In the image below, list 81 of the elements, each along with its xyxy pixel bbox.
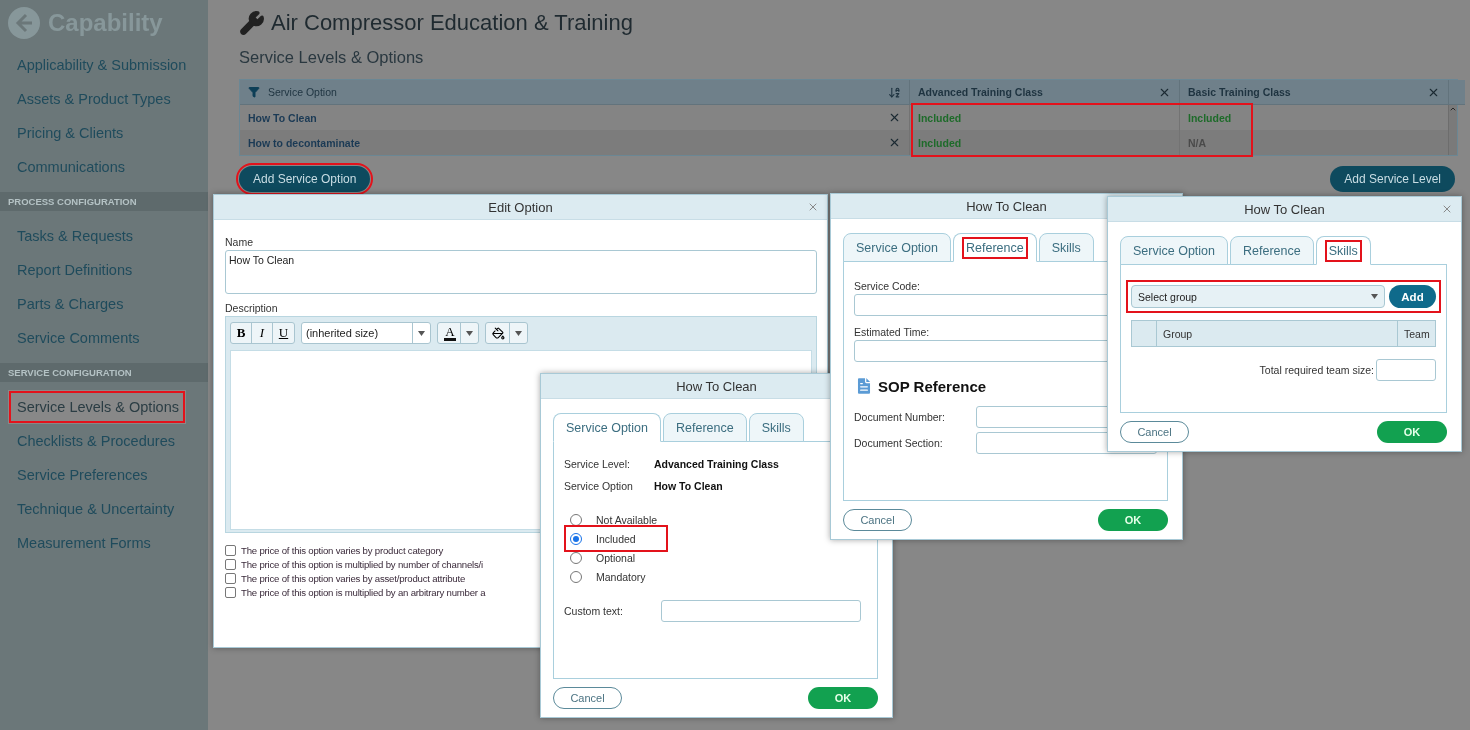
- info-value: How To Clean: [654, 480, 724, 492]
- cancel-button[interactable]: Cancel: [553, 687, 622, 709]
- column-header: Group: [1156, 321, 1397, 346]
- dialog-tab[interactable]: Skills: [1038, 233, 1094, 262]
- cancel-button[interactable]: Cancel: [1120, 421, 1189, 443]
- team-size-field[interactable]: [1376, 359, 1436, 381]
- column-header: Team: [1397, 321, 1435, 346]
- dialog-tab[interactable]: Skills: [748, 413, 804, 442]
- section-heading: PROCESS CONFIGURATION: [0, 192, 208, 211]
- wrench-icon: [239, 10, 265, 36]
- checkbox-option[interactable]: The price of this option is multiplied by an arbitrary number a: [225, 587, 817, 598]
- field-label: Custom text:: [564, 605, 623, 617]
- field-label: Document Section:: [854, 437, 943, 449]
- add-button[interactable]: Add: [1389, 285, 1436, 308]
- dialog-tab[interactable]: Service Option: [1120, 236, 1228, 265]
- ok-button[interactable]: OK: [1377, 421, 1447, 443]
- sort-icon[interactable]: [888, 85, 901, 99]
- field-label: Service Code:: [854, 280, 921, 292]
- close-button[interactable]: [1441, 203, 1453, 215]
- add-service-level-button[interactable]: Add Service Level: [1330, 166, 1455, 192]
- add-service-option-button[interactable]: Add Service Option: [239, 166, 371, 192]
- checkbox[interactable]: [225, 587, 236, 598]
- field-label: Name: [225, 236, 254, 248]
- info-label: Service Level:: [564, 458, 631, 470]
- page-title: Air Compressor Education & Training: [271, 10, 633, 36]
- info-label: Service Option: [564, 480, 634, 492]
- close-button[interactable]: [807, 201, 819, 213]
- font-size-select[interactable]: (inherited size): [301, 322, 431, 344]
- table-cell: How to decontaminate: [240, 130, 909, 155]
- radio-button[interactable]: [570, 513, 582, 526]
- dialog-tab[interactable]: Service Option: [553, 413, 661, 442]
- field-label: Estimated Time:: [854, 326, 931, 338]
- dialog-tab[interactable]: Skills: [1315, 236, 1371, 265]
- dialog-tab[interactable]: Service Option: [843, 233, 951, 262]
- field-label: Document Number:: [854, 411, 946, 423]
- text-color-button[interactable]: A: [437, 322, 479, 344]
- remove-button[interactable]: [888, 136, 901, 149]
- radio-button[interactable]: [570, 570, 582, 583]
- scroll-up-icon[interactable]: [1449, 105, 1457, 113]
- ok-button[interactable]: OK: [808, 687, 878, 709]
- filter-icon[interactable]: [248, 86, 260, 98]
- section-heading: SOP Reference: [878, 377, 987, 395]
- format-button[interactable]: I: [252, 323, 273, 343]
- ok-button[interactable]: OK: [1098, 509, 1168, 531]
- name-field[interactable]: How To Clean: [225, 250, 817, 294]
- column-header: Basic Training Class: [1179, 80, 1448, 105]
- caret-icon: [1371, 294, 1378, 299]
- custom-text-field[interactable]: [660, 600, 861, 622]
- column-header: Service Option: [240, 80, 909, 105]
- field-label: Description: [225, 302, 279, 314]
- dialog-tab[interactable]: Reference: [953, 233, 1037, 262]
- caret-icon: [466, 330, 473, 336]
- cancel-button[interactable]: Cancel: [843, 509, 912, 531]
- dialog-title: How To Clean: [676, 378, 757, 394]
- format-button[interactable]: U: [273, 323, 294, 343]
- paint-bucket-icon: [492, 326, 505, 340]
- page-subtitle: Service Levels & Options: [239, 48, 425, 67]
- field-label: Total required team size:: [1259, 364, 1374, 376]
- dialog-title: Edit Option: [488, 199, 553, 215]
- dialog-tab[interactable]: Reference: [1230, 236, 1314, 265]
- checkbox[interactable]: [225, 573, 236, 584]
- dialog-title: How To Clean: [966, 198, 1047, 214]
- fill-color-button[interactable]: [485, 322, 528, 344]
- section-heading: SERVICE CONFIGURATION: [0, 363, 208, 382]
- dialog-tab[interactable]: Reference: [663, 413, 747, 442]
- checkbox[interactable]: [225, 559, 236, 570]
- group-select[interactable]: Select group: [1131, 285, 1385, 308]
- radio-button[interactable]: [570, 532, 582, 545]
- radio-option[interactable]: Mandatory: [568, 567, 867, 586]
- checkbox[interactable]: [225, 545, 236, 556]
- table-cell: Included: [909, 130, 1179, 155]
- radio-option[interactable]: Optional: [568, 548, 867, 567]
- scrollbar[interactable]: [1448, 105, 1457, 155]
- format-button[interactable]: B: [231, 323, 252, 343]
- dialog-title: How To Clean: [1244, 201, 1325, 217]
- column-header: Advanced Training Class: [909, 80, 1179, 105]
- sidebar-item[interactable]: Service Levels & Options: [8, 390, 186, 424]
- caret-icon: [515, 330, 522, 336]
- caret-icon: [418, 330, 425, 336]
- remove-button[interactable]: [888, 111, 901, 124]
- info-value: Advanced Training Class: [654, 458, 780, 470]
